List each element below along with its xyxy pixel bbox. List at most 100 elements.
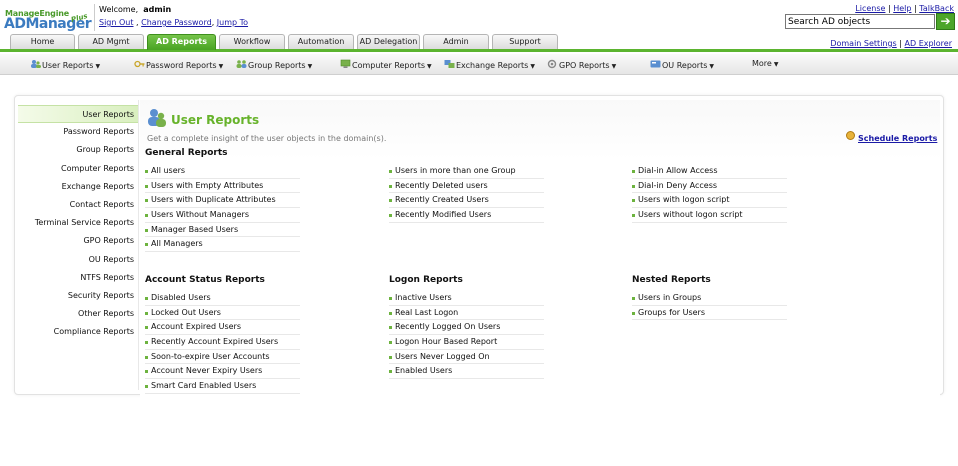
tab-automation[interactable]: Automation	[288, 34, 354, 49]
tab-workflow[interactable]: Workflow	[219, 34, 285, 49]
submenu-more[interactable]: More ▼	[752, 59, 778, 68]
report-link[interactable]: Enabled Users	[389, 364, 544, 380]
domain-links: Domain Settings | AD Explorer	[830, 39, 952, 48]
nav-item-terminal-service-reports[interactable]: Terminal Service Reports	[18, 214, 138, 232]
submenu-password-reports[interactable]: Password Reports ▼	[134, 59, 223, 70]
submenu-user-reports[interactable]: User Reports ▼	[30, 59, 100, 70]
report-link[interactable]: Logon Hour Based Report	[389, 335, 544, 350]
report-link[interactable]: Locked Out Users	[145, 306, 300, 321]
report-link[interactable]: Recently Logged On Users	[389, 320, 544, 336]
jump-to-link[interactable]: Jump To	[217, 18, 248, 27]
nav-item-computer-reports[interactable]: Computer Reports	[18, 160, 138, 178]
nested-reports-heading: Nested Reports	[632, 275, 711, 285]
report-link[interactable]: Users in more than one Group	[389, 164, 544, 179]
nav-item-group-reports[interactable]: Group Reports	[18, 141, 138, 159]
report-link[interactable]: Users Never Logged On	[389, 350, 544, 365]
nav-item-exchange-reports[interactable]: Exchange Reports	[18, 178, 138, 196]
submenu-computer-reports[interactable]: Computer Reports ▼	[340, 59, 432, 70]
search-input[interactable]	[785, 14, 935, 29]
report-link[interactable]: Users with Duplicate Attributes	[145, 193, 300, 209]
tab-ad-delegation[interactable]: AD Delegation	[357, 34, 420, 49]
user-reports-icon	[148, 109, 166, 127]
chevron-down-icon: ▼	[611, 63, 617, 70]
schedule-reports-link[interactable]: Schedule Reports	[858, 134, 937, 143]
nav-item-gpo-reports[interactable]: GPO Reports	[18, 232, 138, 250]
username: admin	[143, 5, 172, 14]
logon-reports-list: Inactive Users Real Last Logon Recently …	[389, 291, 544, 380]
chevron-down-icon: ▼	[530, 63, 535, 70]
report-link[interactable]: Dial-in Deny Access	[632, 179, 787, 194]
report-link[interactable]: Account Expired Users	[145, 320, 300, 336]
chevron-down-icon: ▼	[307, 63, 313, 70]
tab-support[interactable]: Support	[492, 34, 558, 49]
page-title: User Reports	[171, 113, 260, 127]
chevron-down-icon: ▼	[427, 63, 432, 70]
key-icon	[134, 60, 145, 68]
search-go-button[interactable]: ➔	[936, 13, 955, 30]
chevron-down-icon: ▼	[773, 61, 779, 68]
clock-icon	[846, 131, 855, 140]
nav-item-ou-reports[interactable]: OU Reports	[18, 251, 138, 269]
talkback-link[interactable]: TalkBack	[919, 4, 954, 13]
tab-admin[interactable]: Admin	[423, 34, 489, 49]
computer-icon	[340, 59, 351, 68]
nav-divider	[138, 100, 139, 390]
domain-settings-link[interactable]: Domain Settings	[830, 39, 896, 48]
license-link[interactable]: License	[855, 4, 885, 13]
main-tabs: Home AD Mgmt AD Reports Workflow Automat…	[0, 34, 958, 52]
submenu-group-reports[interactable]: Group Reports ▼	[236, 59, 312, 70]
nav-item-security-reports[interactable]: Security Reports	[18, 287, 138, 305]
change-password-link[interactable]: Change Password	[141, 18, 212, 27]
submenu-ou-reports[interactable]: OU Reports ▼	[650, 59, 714, 70]
submenu-gpo-reports[interactable]: GPO Reports ▼	[547, 59, 616, 70]
report-submenu: User Reports ▼ Password Reports ▼ Group Re…	[0, 54, 958, 75]
nav-item-ntfs-reports[interactable]: NTFS Reports	[18, 269, 138, 287]
tab-home[interactable]: Home	[10, 34, 75, 49]
report-link[interactable]: Users without logon script	[632, 208, 787, 223]
report-link[interactable]: Soon-to-expire User Accounts	[145, 350, 300, 365]
report-link[interactable]: Recently Created Users	[389, 193, 544, 209]
nav-item-compliance-reports[interactable]: Compliance Reports	[18, 323, 138, 341]
report-link[interactable]: Account Never Expiry Users	[145, 364, 300, 380]
report-link[interactable]: Disabled Users	[145, 291, 300, 306]
tab-ad-mgmt[interactable]: AD Mgmt	[78, 34, 144, 49]
report-link[interactable]: Users in Groups	[632, 291, 787, 306]
general-reports-heading: General Reports	[145, 148, 228, 158]
users-icon	[31, 60, 41, 68]
general-reports-col2: Users in more than one Group Recently De…	[389, 164, 544, 223]
report-link[interactable]: Recently Deleted users	[389, 179, 544, 194]
group-icon	[236, 60, 247, 68]
report-category-nav: User Reports Password Reports Group Repo…	[18, 105, 138, 341]
report-link[interactable]: Recently Account Expired Users	[145, 335, 300, 350]
welcome-text: Welcome, admin	[99, 5, 171, 14]
exchange-icon	[444, 60, 455, 68]
nav-item-user-reports[interactable]: User Reports	[18, 105, 138, 124]
tab-ad-reports[interactable]: AD Reports	[147, 34, 216, 50]
submenu-exchange-reports[interactable]: Exchange Reports ▼	[444, 59, 535, 70]
report-link[interactable]: Users with Empty Attributes	[145, 179, 300, 194]
ou-icon	[650, 60, 661, 68]
report-link[interactable]: Smart Card Enabled Users	[145, 379, 300, 394]
report-link[interactable]: All users	[145, 164, 300, 179]
schedule-reports: Schedule Reports	[846, 131, 937, 143]
report-link[interactable]: Real Last Logon	[389, 306, 544, 321]
gpo-icon	[547, 59, 557, 69]
help-link[interactable]: Help	[893, 4, 911, 13]
report-link[interactable]: All Managers	[145, 237, 300, 253]
nav-item-password-reports[interactable]: Password Reports	[18, 123, 138, 141]
chevron-down-icon: ▼	[709, 63, 715, 70]
report-link[interactable]: Users Without Managers	[145, 208, 300, 223]
ad-explorer-link[interactable]: AD Explorer	[905, 39, 952, 48]
welcome-label: Welcome,	[99, 5, 139, 14]
nav-item-other-reports[interactable]: Other Reports	[18, 305, 138, 323]
sign-out-link[interactable]: Sign Out	[99, 18, 134, 27]
account-status-list: Disabled Users Locked Out Users Account …	[145, 291, 300, 394]
report-link[interactable]: Dial-in Allow Access	[632, 164, 787, 179]
report-link[interactable]: Recently Modified Users	[389, 208, 544, 223]
report-link[interactable]: Inactive Users	[389, 291, 544, 306]
help-links: License | Help | TalkBack	[855, 4, 954, 13]
report-link[interactable]: Groups for Users	[632, 306, 787, 321]
nav-item-contact-reports[interactable]: Contact Reports	[18, 196, 138, 214]
report-link[interactable]: Manager Based Users	[145, 223, 300, 238]
report-link[interactable]: Users with logon script	[632, 193, 787, 209]
